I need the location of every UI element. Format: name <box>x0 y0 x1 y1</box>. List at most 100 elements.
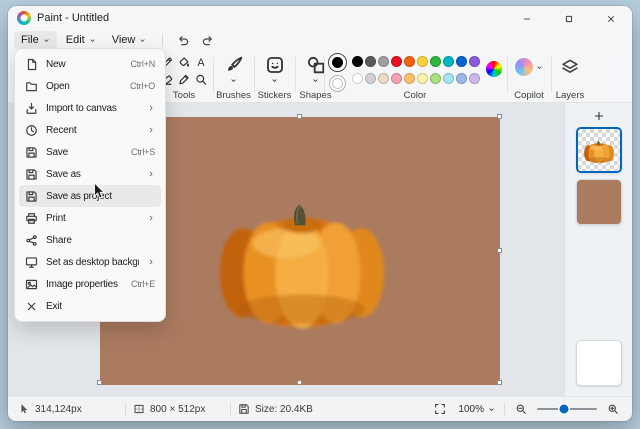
menu-item-label: Recent <box>46 124 77 136</box>
tool-text[interactable]: A <box>193 54 210 71</box>
color-swatch-000000[interactable] <box>352 56 363 67</box>
tool-fill[interactable] <box>176 54 193 71</box>
ribbon-separator <box>324 57 325 93</box>
menu-file[interactable]: File <box>14 31 57 49</box>
canvas-size-value: 800 × 512px <box>150 403 206 415</box>
zoom-out-button[interactable] <box>512 400 530 418</box>
color1-swatch[interactable] <box>328 53 347 72</box>
color-swatch-fdf3a9[interactable] <box>417 73 428 84</box>
selection-handle[interactable] <box>497 114 502 119</box>
undo-button[interactable] <box>172 31 194 49</box>
color-swatch-f8a0b4[interactable] <box>391 73 402 84</box>
color-swatch-cdb9ea[interactable] <box>469 73 480 84</box>
color-swatch-d2d2d2[interactable] <box>365 73 376 84</box>
zoom-slider-thumb[interactable] <box>559 404 569 414</box>
menu-view[interactable]: View <box>105 31 154 49</box>
color-swatch-9cb8e8[interactable] <box>456 73 467 84</box>
fit-to-screen-button[interactable] <box>431 400 449 418</box>
chevron-right-icon <box>149 215 153 221</box>
color-swatch-8a5cd9[interactable] <box>469 56 480 67</box>
color-swatch-f7630c[interactable] <box>404 56 415 67</box>
file-menu-item-print[interactable]: Print <box>19 207 161 229</box>
arrow-cursor-icon <box>21 404 28 414</box>
recent-icon <box>26 124 37 136</box>
file-menu-item-exit[interactable]: Exit <box>19 295 161 317</box>
add-layer-button[interactable] <box>587 107 611 124</box>
menu-edit[interactable]: Edit <box>59 31 103 49</box>
menu-shortcut: Ctrl+S <box>130 147 155 157</box>
edit-color-button[interactable] <box>486 61 502 77</box>
menu-edit-label: Edit <box>65 34 85 46</box>
chevron-down-icon <box>313 79 318 82</box>
color-swatch-2db83d[interactable] <box>430 56 441 67</box>
selection-handle[interactable] <box>297 380 302 385</box>
shapes-icon <box>306 55 326 75</box>
zoom-slider[interactable] <box>537 404 597 414</box>
brushes-button[interactable] <box>215 55 252 84</box>
copilot-icon <box>515 58 533 76</box>
menu-item-label: Exit <box>46 300 62 312</box>
file-menu-item-open[interactable]: Open Ctrl+O <box>19 75 161 97</box>
color-swatch-a5e5f0[interactable] <box>443 73 454 84</box>
color-swatch-eadcc6[interactable] <box>378 73 389 84</box>
selection-handle[interactable] <box>497 248 502 253</box>
tools-grid: A <box>159 54 210 88</box>
chevron-down-icon <box>230 77 237 84</box>
zoom-percent-dropdown[interactable]: 100% <box>456 404 497 415</box>
color-swatch-a8e07e[interactable] <box>430 73 441 84</box>
color-swatch-ffffff[interactable] <box>352 73 363 84</box>
stickers-button[interactable] <box>256 55 293 84</box>
selection-handle[interactable] <box>497 380 502 385</box>
chevron-down-icon <box>536 64 543 71</box>
chevron-down-icon <box>537 65 542 69</box>
file-menu-item-share[interactable]: Share <box>19 229 161 251</box>
chevron-right-icon <box>149 171 153 177</box>
file-menu-item-new[interactable]: New Ctrl+N <box>19 53 161 75</box>
color-swatch-5b5b5b[interactable] <box>365 56 376 67</box>
print-icon <box>26 212 37 224</box>
chevron-down-icon <box>44 38 49 42</box>
brush-icon <box>224 55 244 75</box>
color-swatch-0063d1[interactable] <box>456 56 467 67</box>
file-menu-item-save[interactable]: Save Ctrl+S <box>19 141 161 163</box>
file-menu-item-save-as-project[interactable]: Save as project <box>19 185 161 207</box>
statusbar: 314,124px 800 × 512px Size: 20.4KB 100% <box>8 396 632 421</box>
background-layer-thumbnail[interactable] <box>575 340 622 386</box>
tool-magnifier[interactable] <box>193 71 210 88</box>
layer-thumbnail-pumpkin[interactable] <box>575 127 622 173</box>
minimize-button[interactable] <box>506 6 548 31</box>
chevron-down-icon <box>312 77 319 84</box>
file-menu-item-save-as[interactable]: Save as <box>19 163 161 185</box>
chevron-down-icon <box>272 79 277 82</box>
layer-thumbnail-fill[interactable] <box>575 179 622 225</box>
file-menu-item-image-properties[interactable]: Image properties Ctrl+E <box>19 273 161 295</box>
fit-screen-icon <box>435 404 446 414</box>
color-swatch-ffc06e[interactable] <box>404 73 415 84</box>
chevron-right-icon <box>149 105 153 111</box>
color-swatch-ffd23b[interactable] <box>417 56 428 67</box>
menu-item-label: Open <box>46 80 70 92</box>
color-swatch-e81224[interactable] <box>391 56 402 67</box>
file-menu-item-import-to-canvas[interactable]: Import to canvas <box>19 97 161 119</box>
zoom-in-button[interactable] <box>604 400 622 418</box>
redo-button[interactable] <box>196 31 218 49</box>
close-button[interactable] <box>590 6 632 31</box>
layers-group: Layers <box>553 52 587 102</box>
selection-handle[interactable] <box>97 380 102 385</box>
open-folder-icon <box>26 81 37 91</box>
copilot-button[interactable] <box>509 58 549 76</box>
file-menu-item-recent[interactable]: Recent <box>19 119 161 141</box>
ribbon-separator <box>295 57 296 93</box>
color-swatch-00b7c3[interactable] <box>443 56 454 67</box>
tool-picker[interactable] <box>176 71 193 88</box>
layers-button[interactable] <box>553 58 587 76</box>
zoom-controls: 100% <box>431 400 622 418</box>
color-swatch-a0a0a0[interactable] <box>378 56 389 67</box>
maximize-button[interactable] <box>548 6 590 31</box>
file-menu-item-set-as-desktop-background[interactable]: Set as desktop background <box>19 251 161 273</box>
win-min-icon <box>523 18 531 19</box>
selection-handle[interactable] <box>297 114 302 119</box>
import-icon <box>26 102 37 114</box>
layers-icon <box>561 58 579 76</box>
sticker-icon <box>266 57 283 73</box>
